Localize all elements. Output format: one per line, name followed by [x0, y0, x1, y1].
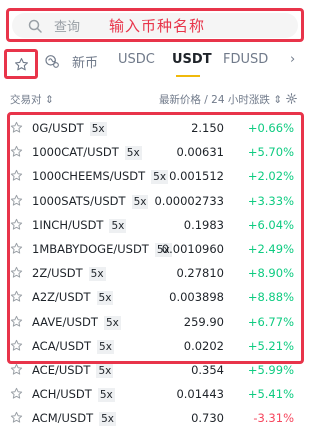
search-icon	[28, 19, 42, 33]
pair-name: AAVE/USDT 5x	[32, 314, 121, 330]
market-row[interactable]: 0G/USDT 5x 2.150 +0.66%	[0, 116, 310, 140]
market-row[interactable]: A2Z/USDT 5x 0.003898 +8.88%	[0, 285, 310, 309]
change-percent: +5.70%	[247, 145, 294, 160]
market-list: 0G/USDT 5x 2.150 +0.66% 1000CAT/USDT 5x 0.0063…	[0, 116, 310, 430]
change-percent: +3.33%	[247, 193, 294, 208]
star-icon[interactable]	[10, 290, 23, 303]
market-row[interactable]: 1000CAT/USDT 5x 0.00631 +5.70%	[0, 140, 310, 164]
sort-price-change[interactable]: 最新价格 / 24 小时涨跌 ⇕	[159, 92, 282, 107]
last-price: 0.1983	[183, 217, 224, 232]
leverage-badge: 5x	[103, 315, 121, 330]
star-icon[interactable]	[10, 411, 23, 424]
last-price: 0.001512	[169, 169, 224, 184]
market-row[interactable]: 1000CHEEMS/USDT 5x 0.001512 +2.02%	[0, 164, 310, 188]
leverage-badge: 5x	[97, 388, 115, 403]
star-icon[interactable]	[10, 145, 23, 158]
star-icon[interactable]	[10, 169, 23, 182]
search-highlight-box: 查询 输入币种名称	[6, 8, 304, 42]
market-row[interactable]: AAVE/USDT 5x 259.90 +6.77%	[0, 310, 310, 334]
tab-fdusd[interactable]: FDUSD	[223, 52, 268, 67]
leverage-badge: 5x	[151, 170, 169, 185]
change-percent: +8.90%	[247, 266, 294, 281]
star-icon[interactable]	[10, 339, 23, 352]
leverage-badge: 5x	[89, 122, 107, 136]
tab-usdt[interactable]: USDT	[172, 52, 212, 67]
change-percent: -3.31%	[253, 411, 294, 426]
market-row[interactable]: ACE/USDT 5x 0.354 +5.99%	[0, 358, 310, 382]
pair-name: ACE/USDT 5x	[32, 362, 114, 378]
market-row[interactable]: 1000SATS/USDT 5x 0.00002733 +3.33%	[0, 189, 310, 213]
market-row[interactable]: ACA/USDT 5x 0.0202 +5.21%	[0, 334, 310, 358]
tab-favorites[interactable]	[4, 49, 38, 79]
pair-name: 0G/USDT 5x	[32, 121, 107, 136]
change-percent: +5.99%	[247, 362, 294, 377]
last-price: 0.0202	[183, 338, 224, 353]
last-price: 0.00002733	[154, 193, 224, 208]
pair-name: 1MBABYDOGE/USDT 5x	[32, 241, 172, 257]
leverage-badge: 5x	[96, 291, 114, 306]
change-percent: +2.49%	[247, 241, 294, 256]
leverage-badge: 5x	[96, 363, 114, 378]
star-icon[interactable]	[10, 194, 23, 207]
change-percent: +6.04%	[247, 217, 294, 232]
leverage-badge: 5x	[97, 339, 114, 354]
last-price: 259.90	[183, 314, 224, 329]
settings-icon[interactable]	[285, 92, 298, 105]
pair-name: 2Z/USDT 5x	[32, 266, 106, 282]
last-price: 0.003898	[169, 290, 224, 305]
leverage-badge: 5x	[88, 267, 106, 282]
leverage-badge: 5x	[124, 146, 142, 161]
market-tabs: 新币 USDC USDT FDUSD ›	[0, 46, 310, 80]
last-price: 0.0010960	[161, 241, 224, 256]
star-icon[interactable]	[10, 121, 23, 134]
market-row[interactable]: 1MBABYDOGE/USDT 5x 0.0010960 +2.49%	[0, 237, 310, 261]
star-icon[interactable]	[10, 387, 23, 400]
search-placeholder: 查询	[54, 20, 81, 35]
change-percent: +5.41%	[247, 387, 294, 402]
pair-name: ACM/USDT 5x	[32, 411, 116, 427]
market-row[interactable]: ACM/USDT 5x 0.730 -3.31%	[0, 406, 310, 430]
last-price: 0.27810	[176, 266, 224, 281]
star-icon[interactable]	[10, 363, 23, 376]
tab-new[interactable]: 新币	[72, 52, 98, 71]
last-price: 0.01443	[176, 387, 224, 402]
last-price: 0.354	[191, 362, 224, 377]
tab-active-indicator	[176, 75, 200, 77]
pair-name: 1000CAT/USDT 5x	[32, 145, 142, 161]
pair-name: ACH/USDT 5x	[32, 387, 115, 403]
pair-name: 1000SATS/USDT 5x	[32, 193, 149, 209]
star-icon[interactable]	[10, 218, 23, 231]
star-icon[interactable]	[10, 266, 23, 279]
pair-name: 1INCH/USDT 5x	[32, 217, 127, 233]
sort-pair[interactable]: 交易对 ⇕	[10, 92, 54, 107]
star-icon[interactable]	[10, 242, 23, 255]
leverage-badge: 5x	[109, 218, 127, 233]
star-icon[interactable]	[10, 315, 23, 328]
leverage-badge: 5x	[131, 194, 149, 209]
market-row[interactable]: 2Z/USDT 5x 0.27810 +8.90%	[0, 261, 310, 285]
pair-name: ACA/USDT 5x	[32, 338, 114, 354]
last-price: 0.730	[191, 411, 224, 426]
change-percent: +6.77%	[247, 314, 294, 329]
pair-name: A2Z/USDT 5x	[32, 290, 114, 306]
last-price: 0.00631	[176, 145, 224, 160]
change-percent: +8.88%	[247, 290, 294, 305]
star-icon	[14, 57, 28, 70]
market-row[interactable]: 1INCH/USDT 5x 0.1983 +6.04%	[0, 213, 310, 237]
tab-usdc[interactable]: USDC	[118, 52, 155, 67]
market-row[interactable]: ACH/USDT 5x 0.01443 +5.41%	[0, 382, 310, 406]
pair-name: 1000CHEEMS/USDT 5x	[32, 169, 169, 185]
alpha-icon[interactable]	[44, 53, 60, 69]
chevron-right-icon[interactable]: ›	[290, 52, 295, 67]
change-percent: +0.66%	[247, 121, 294, 135]
last-price: 2.150	[191, 121, 224, 135]
leverage-badge: 5x	[99, 412, 116, 427]
change-percent: +2.02%	[247, 169, 294, 184]
column-header: 交易对 ⇕ 最新价格 / 24 小时涨跌 ⇕	[0, 90, 310, 108]
change-percent: +5.21%	[247, 338, 294, 353]
annotation-label: 输入币种名称	[109, 17, 206, 35]
